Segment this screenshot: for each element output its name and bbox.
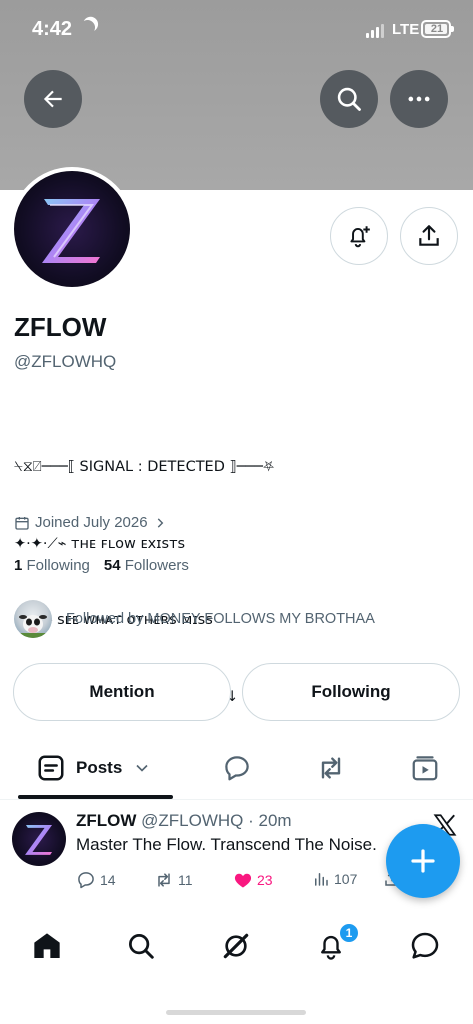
share-upload-icon	[419, 225, 439, 246]
post-meta: @ZFLOWHQ · 20m	[141, 811, 292, 830]
bottom-navigation: 1	[0, 910, 473, 990]
nav-messages[interactable]	[405, 926, 445, 966]
post-header: ZFLOW @ZFLOWHQ · 20m	[76, 811, 292, 831]
joined-text: Joined July 2026	[35, 514, 148, 531]
post-author-name[interactable]: ZFLOW	[76, 811, 136, 830]
heart-filled-icon	[234, 873, 252, 888]
calendar-icon	[15, 516, 29, 530]
arrow-left-icon	[43, 90, 62, 108]
zflow-logo	[25, 825, 53, 855]
back-button[interactable]	[24, 70, 82, 128]
more-button[interactable]	[390, 70, 448, 128]
chevron-right-icon	[157, 517, 163, 528]
reply-bubble-icon	[225, 756, 249, 781]
notifications-badge: 1	[338, 922, 360, 944]
home-indicator	[166, 1010, 306, 1015]
nav-search[interactable]	[121, 926, 161, 966]
repost-icon	[321, 757, 341, 779]
battery-level: 21	[430, 23, 444, 35]
repost-icon	[158, 873, 170, 887]
network-type: LTE	[392, 21, 420, 38]
moon-icon	[78, 18, 97, 37]
profile-avatar[interactable]	[10, 167, 134, 291]
active-tab-indicator	[18, 795, 173, 799]
post-avatar[interactable]	[12, 812, 66, 866]
followers-count: 54	[103, 557, 121, 574]
follow-stats: 1 Following 54 Followers	[14, 557, 189, 574]
reply-action[interactable]: 14	[76, 870, 116, 890]
following-button[interactable]: Following	[242, 663, 460, 721]
joined-date[interactable]: Joined July 2026	[14, 514, 167, 531]
search-icon	[337, 87, 361, 111]
reply-count: 14	[100, 872, 116, 888]
followers-link[interactable]: 54 Followers	[104, 557, 189, 574]
followers-label: Followers	[124, 557, 189, 574]
zflow-logo	[42, 199, 100, 263]
following-link[interactable]: 1 Following	[14, 557, 90, 574]
search-button[interactable]	[320, 70, 378, 128]
more-horizontal-icon	[408, 96, 430, 102]
message-bubble-icon	[411, 932, 439, 959]
profile-handle: @ZFLOWHQ	[14, 352, 117, 371]
followed-by-row[interactable]: Followed by MONEY FOLLOWS MY BROTHAA	[14, 600, 375, 638]
chevron-down-icon	[136, 764, 148, 772]
followed-by-text: Followed by MONEY FOLLOWS MY BROTHAA	[66, 611, 375, 627]
tab-posts-label: Posts	[76, 758, 123, 777]
following-label: Following	[26, 557, 90, 574]
like-action[interactable]: 23	[233, 870, 273, 890]
video-play-icon	[412, 756, 438, 781]
search-icon	[129, 934, 154, 959]
mention-button[interactable]: Mention	[13, 663, 231, 721]
bio-line: ✦·✦·⟋⌁ ᴛʜᴇ ꜰʟᴏᴡ ᴇxɪꜱᴛꜱ	[14, 535, 186, 552]
plus-icon	[411, 849, 435, 873]
tab-posts[interactable]: Posts	[18, 738, 173, 798]
views-chart-icon	[315, 873, 328, 886]
share-profile-button[interactable]	[400, 207, 458, 265]
posts-icon	[38, 755, 64, 781]
grok-icon	[223, 933, 249, 959]
views-action[interactable]: 107	[312, 870, 357, 888]
like-count: 23	[257, 872, 273, 888]
bio-line: ⍀⧖⍁───⟦ SIGNAL : DETECTED ⟧───⛧	[14, 459, 275, 475]
post-text: Master The Flow. Transcend The Noise.	[76, 835, 377, 854]
compose-post-button[interactable]	[386, 824, 460, 898]
profile-tabs: Posts	[0, 738, 473, 800]
repost-count: 11	[178, 872, 193, 888]
following-count: 1	[14, 557, 23, 574]
status-bar: 4:42 LTE 21	[0, 0, 473, 60]
profile-display-name: ZFLOW	[14, 312, 107, 342]
home-icon	[34, 933, 60, 958]
follower-avatar	[14, 600, 52, 638]
bell-plus-icon	[350, 226, 370, 248]
status-time: 4:42	[32, 18, 73, 40]
nav-home[interactable]	[27, 926, 67, 966]
reply-icon	[78, 872, 94, 889]
tab-reposts[interactable]	[313, 750, 349, 786]
battery-icon: 21	[421, 20, 454, 38]
repost-action[interactable]: 11	[154, 870, 193, 890]
notifications-subscribe-button[interactable]	[330, 207, 388, 265]
tab-media[interactable]	[407, 750, 443, 786]
signal-icon	[366, 22, 388, 38]
tab-replies[interactable]	[219, 750, 255, 786]
view-count: 107	[334, 871, 358, 887]
nav-grok[interactable]	[216, 926, 256, 966]
